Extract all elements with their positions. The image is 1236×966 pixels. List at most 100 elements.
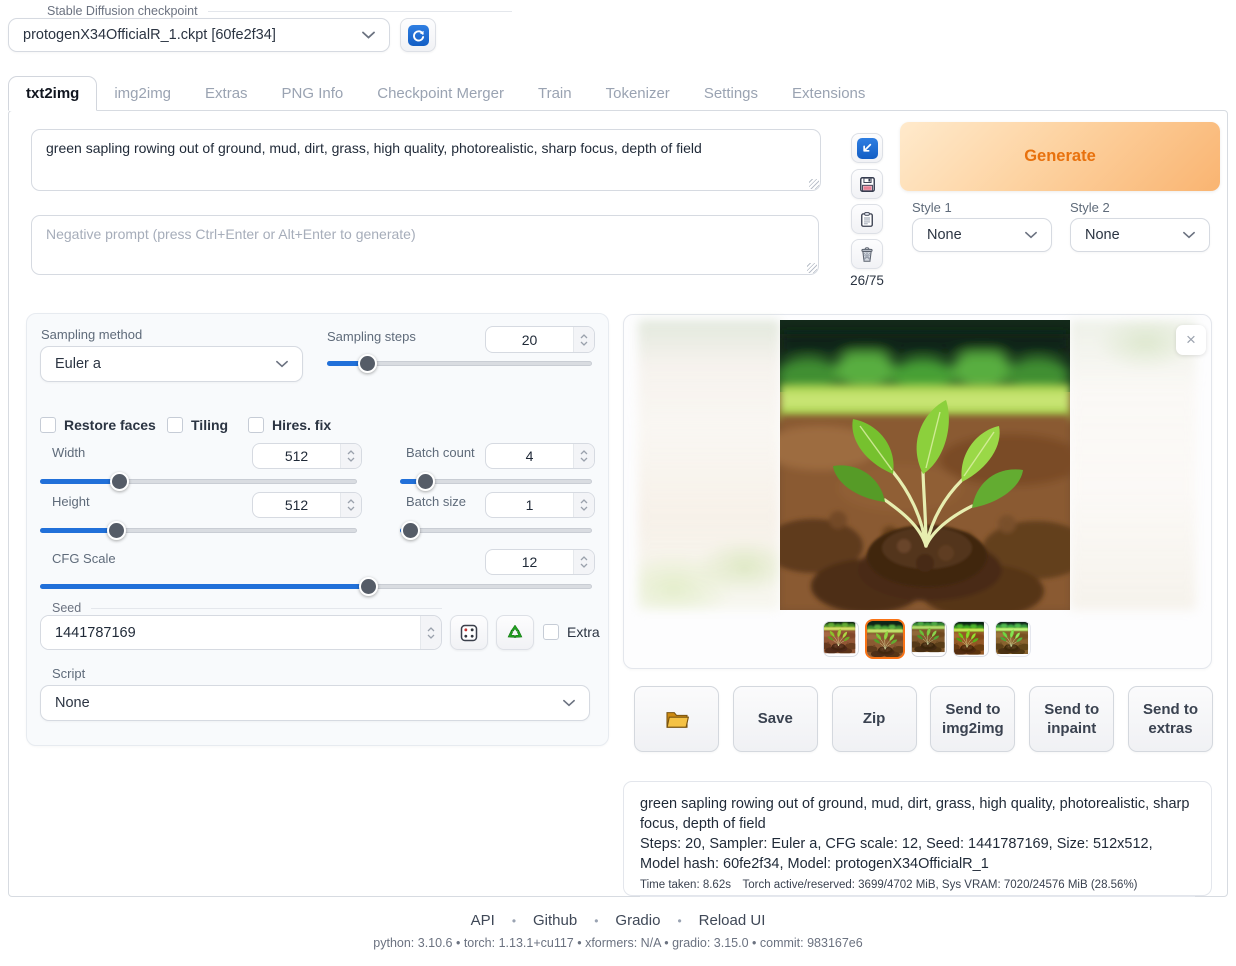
height-slider[interactable] <box>40 521 357 539</box>
send-to-img2img-button[interactable]: Send to img2img <box>930 686 1015 752</box>
reuse-seed-button[interactable] <box>496 615 534 650</box>
sampling-method-label: Sampling method <box>41 327 142 342</box>
checkpoint-value: protogenX34OfficialR_1.ckpt [60fe2f34] <box>23 27 362 43</box>
arrow-down-left-icon <box>857 138 878 159</box>
tab-extensions[interactable]: Extensions <box>775 76 882 110</box>
reload-ui-link[interactable]: Reload UI <box>699 912 766 929</box>
output-actions: Save Zip Send to img2img Send to inpaint… <box>634 686 1213 752</box>
main-tabs: txt2img img2img Extras PNG Info Checkpoi… <box>8 76 882 110</box>
chevron-down-icon <box>1025 231 1037 239</box>
send-to-inpaint-button[interactable]: Send to inpaint <box>1029 686 1114 752</box>
github-link[interactable]: Github <box>533 912 577 929</box>
info-performance-text: Time taken: 8.62s Torch active/reserved:… <box>640 879 1195 897</box>
tab-txt2img[interactable]: txt2img <box>8 76 97 111</box>
width-slider[interactable] <box>40 472 357 490</box>
thumbnail-5[interactable] <box>995 621 1031 657</box>
folder-icon <box>665 709 689 729</box>
clipboard-icon <box>858 210 876 229</box>
api-link[interactable]: API <box>471 912 495 929</box>
height-input[interactable] <box>252 492 362 518</box>
floppy-disk-icon <box>858 175 877 194</box>
open-folder-button[interactable] <box>634 686 719 752</box>
random-seed-button[interactable] <box>450 615 488 650</box>
apply-style-button[interactable] <box>851 204 883 234</box>
cfg-scale-label: CFG Scale <box>52 551 116 566</box>
tab-tokenizer[interactable]: Tokenizer <box>589 76 687 110</box>
stable-diffusion-webui: Stable Diffusion checkpoint protogenX34O… <box>0 0 1236 966</box>
batch-count-input[interactable] <box>485 443 595 469</box>
tab-png-info[interactable]: PNG Info <box>265 76 361 110</box>
cfg-scale-input[interactable] <box>485 549 595 575</box>
info-params-text: Steps: 20, Sampler: Euler a, CFG scale: … <box>640 834 1195 874</box>
tab-extras[interactable]: Extras <box>188 76 265 110</box>
number-spinner[interactable] <box>340 493 361 517</box>
batch-size-slider[interactable] <box>400 521 592 539</box>
batch-size-label: Batch size <box>406 494 466 509</box>
generated-image[interactable] <box>780 320 1070 610</box>
tiling-checkbox[interactable]: Tiling <box>167 417 228 433</box>
send-to-extras-button[interactable]: Send to extras <box>1128 686 1213 752</box>
tab-checkpoint-merger[interactable]: Checkpoint Merger <box>360 76 521 110</box>
script-select[interactable]: None <box>40 685 590 721</box>
generation-info-panel: green sapling rowing out of ground, mud,… <box>623 781 1212 896</box>
checkpoint-select[interactable]: protogenX34OfficialR_1.ckpt [60fe2f34] <box>8 18 390 52</box>
seed-input[interactable] <box>40 615 442 650</box>
number-spinner[interactable] <box>573 327 594 352</box>
prompt-input[interactable]: green sapling rowing out of ground, mud,… <box>31 129 821 191</box>
number-spinner[interactable] <box>573 444 594 468</box>
bullet-separator: • <box>677 914 681 928</box>
hires-fix-checkbox[interactable]: Hires. fix <box>248 417 331 433</box>
thumbnail-2-selected[interactable] <box>865 619 905 659</box>
sampling-steps-slider[interactable] <box>327 354 592 372</box>
tab-settings[interactable]: Settings <box>687 76 775 110</box>
thumbnail-4[interactable] <box>953 621 989 657</box>
trash-icon <box>858 245 876 264</box>
number-spinner[interactable] <box>420 616 441 649</box>
zip-button[interactable]: Zip <box>832 686 917 752</box>
generate-button[interactable]: Generate <box>900 122 1220 191</box>
chevron-down-icon <box>563 699 575 707</box>
txt2img-panel: green sapling rowing out of ground, mud,… <box>8 110 1228 897</box>
save-button[interactable]: Save <box>733 686 818 752</box>
batch-size-input[interactable] <box>485 492 595 518</box>
restore-faces-checkbox[interactable]: Restore faces <box>40 417 156 433</box>
sampling-steps-input[interactable] <box>485 326 595 353</box>
read-params-button[interactable] <box>851 133 883 163</box>
number-spinner[interactable] <box>573 493 594 517</box>
tab-img2img[interactable]: img2img <box>97 76 188 110</box>
cfg-scale-slider[interactable] <box>40 577 592 595</box>
save-style-button[interactable] <box>851 169 883 199</box>
width-input[interactable] <box>252 443 362 469</box>
checkbox <box>248 417 264 433</box>
seed-label-row: Seed <box>52 601 442 615</box>
gradio-link[interactable]: Gradio <box>615 912 660 929</box>
thumbnail-3[interactable] <box>911 621 947 657</box>
extra-seed-checkbox[interactable]: Extra <box>543 624 600 640</box>
number-spinner[interactable] <box>573 550 594 574</box>
bullet-separator: • <box>512 914 516 928</box>
generation-settings-panel: Sampling method Euler a Sampling steps R… <box>26 313 609 746</box>
negative-prompt-input[interactable] <box>31 215 819 275</box>
script-label: Script <box>52 666 85 681</box>
footer: API • Github • Gradio • Reload UI python… <box>0 912 1236 950</box>
chevron-down-icon <box>1183 231 1195 239</box>
resize-handle[interactable] <box>809 179 819 189</box>
sampling-method-select[interactable]: Euler a <box>40 346 303 382</box>
tab-train[interactable]: Train <box>521 76 589 110</box>
resize-handle[interactable] <box>807 263 817 273</box>
checkbox <box>40 417 56 433</box>
label-divider <box>208 11 512 12</box>
refresh-checkpoints-button[interactable] <box>400 18 436 52</box>
style2-select[interactable]: None <box>1070 218 1210 252</box>
batch-count-slider[interactable] <box>400 472 592 490</box>
dice-icon <box>459 623 479 643</box>
thumbnail-1[interactable] <box>823 621 859 657</box>
result-gallery: × <box>623 314 1212 669</box>
style1-select[interactable]: None <box>912 218 1052 252</box>
number-spinner[interactable] <box>340 444 361 468</box>
clear-prompt-button[interactable] <box>851 239 883 269</box>
gallery-right-blur <box>1070 320 1196 610</box>
info-prompt-text: green sapling rowing out of ground, mud,… <box>640 794 1195 834</box>
close-preview-button[interactable]: × <box>1176 325 1206 355</box>
bullet-separator: • <box>594 914 598 928</box>
